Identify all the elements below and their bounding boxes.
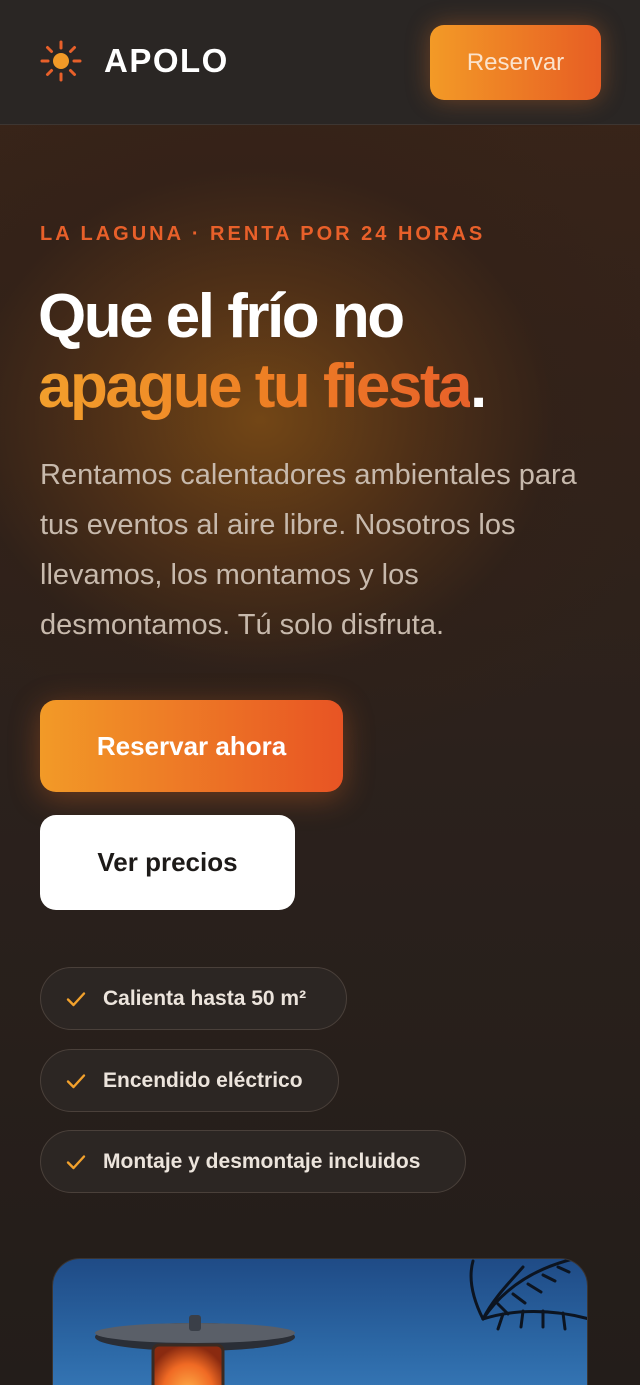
headline-period: . <box>470 352 487 421</box>
headline-accent: apague tu fiesta <box>38 352 473 421</box>
sun-icon <box>40 40 82 82</box>
feature-label: Encendido eléctrico <box>103 1068 303 1092</box>
ver-precios-button[interactable]: Ver precios <box>40 815 295 910</box>
reservar-header-button[interactable]: Reservar <box>430 25 601 100</box>
check-icon <box>65 988 87 1010</box>
feature-pill: Montaje y desmontaje incluidos <box>40 1130 466 1193</box>
feature-label: Montaje y desmontaje incluidos <box>103 1149 421 1173</box>
headline-line1: Que el frío no <box>38 282 405 351</box>
landing-page: APOLO Reservar LA LAGUNA · RENTA POR 24 … <box>0 0 640 1385</box>
check-icon <box>65 1070 87 1092</box>
check-icon <box>65 1151 87 1173</box>
site-header: APOLO Reservar <box>0 0 640 125</box>
brand-logo[interactable]: APOLO <box>40 40 229 82</box>
hero-headline: Que el frío no apague tu fiesta. <box>38 282 487 422</box>
reservar-ahora-button[interactable]: Reservar ahora <box>40 700 343 792</box>
feature-pill: Calienta hasta 50 m² <box>40 967 347 1030</box>
feature-label: Calienta hasta 50 m² <box>103 986 307 1010</box>
hero-subtitle: Rentamos calentadores ambientales para t… <box>40 459 577 641</box>
heater-photo <box>52 1258 588 1385</box>
feature-pill: Encendido eléctrico <box>40 1049 339 1112</box>
brand-name: APOLO <box>104 42 229 79</box>
hero-eyebrow: LA LAGUNA · RENTA POR 24 HORAS <box>40 223 486 245</box>
